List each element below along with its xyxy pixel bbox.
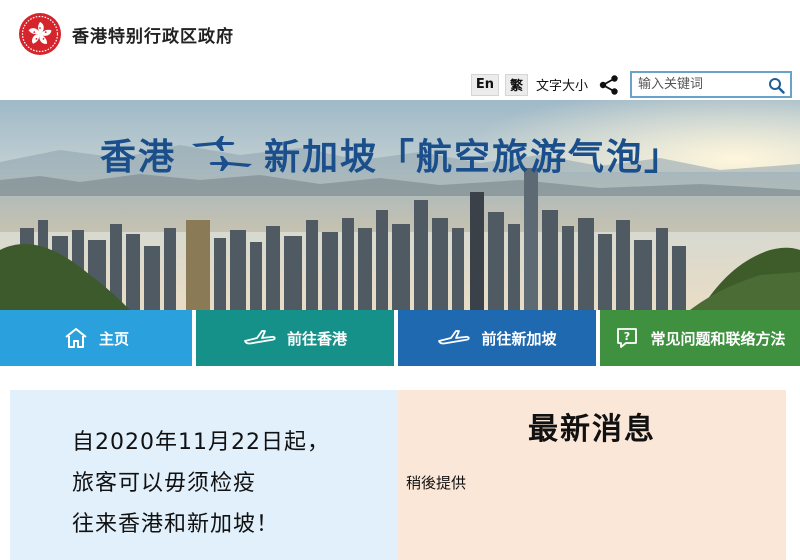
- main-nav: 主页 前往香港 前往新加坡 ? 常见问题和联络方法: [0, 310, 800, 370]
- svg-text:?: ?: [624, 330, 630, 343]
- notice-line: 旅客可以毋须检疫: [72, 471, 257, 496]
- notice-line: 自2020年11月22日起，: [72, 430, 330, 455]
- hksar-bauhinia-emblem-icon[interactable]: [18, 12, 62, 56]
- nav-item-label: 前往新加坡: [481, 329, 557, 348]
- home-icon: [65, 328, 87, 348]
- nav-item-home[interactable]: 主页: [0, 310, 192, 366]
- latest-news-body: 稍後提供: [406, 474, 467, 492]
- airplanes-icon: [192, 136, 253, 171]
- latest-news-heading: 最新消息: [528, 412, 656, 447]
- hero-banner: 香港 新加坡「航空旅游气泡」: [0, 100, 800, 310]
- nav-item-to-hong-kong[interactable]: 前往香港: [196, 310, 394, 366]
- search-box: [630, 71, 792, 98]
- notice-text: 自2020年11月22日起， 旅客可以毋须检疫 往来香港和新加坡！: [72, 422, 330, 545]
- site-title[interactable]: 香港特别行政区政府: [72, 22, 234, 47]
- banner-title-right: 新加坡「航空旅游气泡」: [264, 137, 683, 178]
- nav-item-to-singapore[interactable]: 前往新加坡: [398, 310, 596, 366]
- logo-area[interactable]: 香港特别行政区政府: [18, 12, 234, 56]
- search-input[interactable]: [632, 73, 762, 96]
- utility-toolbar: En 繁 文字大小: [470, 71, 792, 98]
- nav-item-label: 主页: [98, 329, 129, 348]
- search-icon[interactable]: [768, 77, 785, 94]
- lang-traditional-chinese-button[interactable]: 繁: [504, 73, 528, 96]
- main-content: 自2020年11月22日起， 旅客可以毋须检疫 往来香港和新加坡！ 最新消息 稍…: [0, 370, 800, 560]
- airplane-icon: [438, 330, 471, 345]
- notice-panel: 自2020年11月22日起， 旅客可以毋须检疫 往来香港和新加坡！: [10, 390, 398, 560]
- font-size-button[interactable]: 文字大小: [536, 75, 588, 94]
- latest-news-panel: 最新消息 稍後提供: [398, 390, 786, 560]
- banner-title: 香港 新加坡「航空旅游气泡」: [100, 128, 682, 180]
- nav-item-label: 前往香港: [286, 329, 347, 348]
- notice-line: 往来香港和新加坡！: [72, 512, 280, 537]
- share-icon[interactable]: [598, 74, 620, 96]
- lang-english-button[interactable]: En: [470, 73, 499, 96]
- airplane-icon: [244, 330, 276, 345]
- banner-title-left: 香港: [100, 137, 177, 178]
- site-header: 香港特别行政区政府 En 繁 文字大小: [0, 0, 800, 100]
- nav-item-label: 常见问题和联络方法: [650, 329, 786, 348]
- nav-item-faq-contact[interactable]: ? 常见问题和联络方法: [600, 310, 800, 366]
- faq-icon: ?: [617, 328, 638, 348]
